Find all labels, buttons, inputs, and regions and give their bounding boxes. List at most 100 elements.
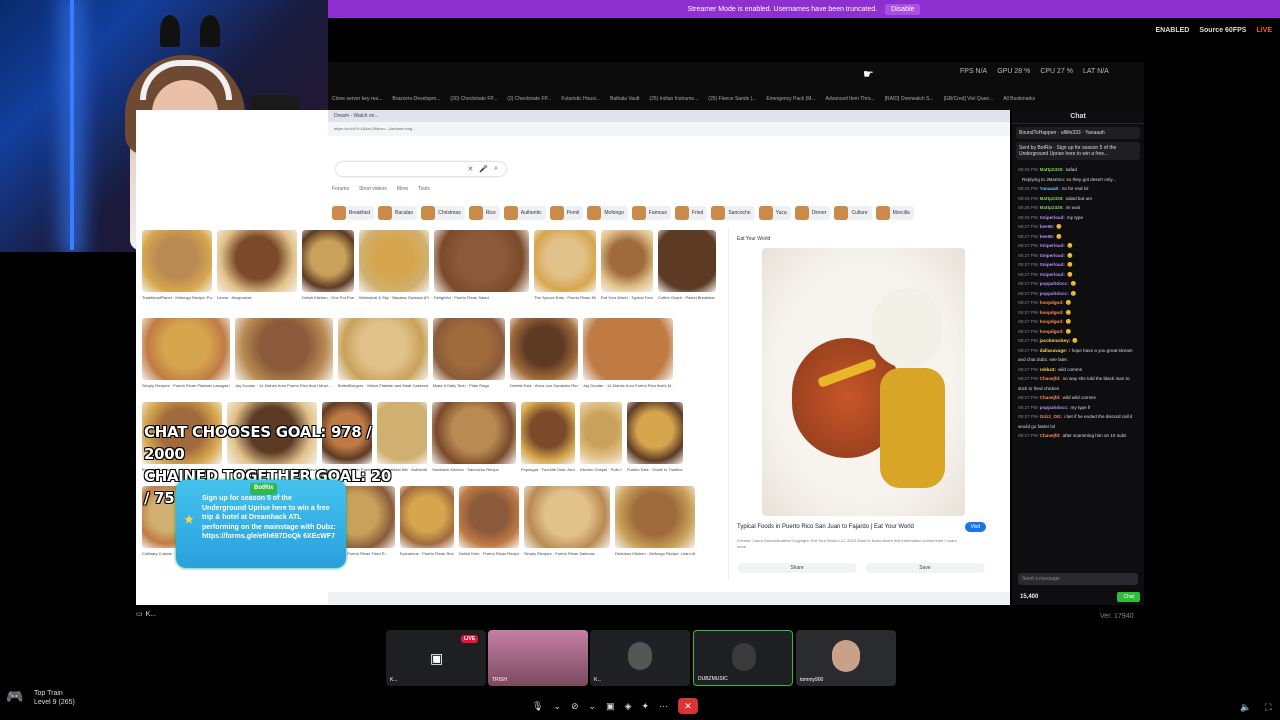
image-result-caption[interactable]: TraditionalPlanet · Mofongo Recipe: Puer…	[142, 295, 212, 300]
chat-input[interactable]: Send a message	[1018, 573, 1138, 585]
image-result-thumbnail[interactable]	[400, 486, 454, 548]
image-result-thumbnail[interactable]	[217, 230, 297, 292]
image-result-thumbnail[interactable]	[534, 230, 596, 292]
image-result-caption[interactable]: Simply Recipes · Puerto Rican Plantain L…	[142, 383, 230, 388]
image-result-thumbnail[interactable]	[615, 486, 695, 548]
participant-tile[interactable]: DUBZMUSIC	[693, 630, 793, 686]
activity-icon[interactable]: ◈	[625, 701, 632, 712]
image-result-caption[interactable]: The Spruce Eats · Puerto Rican Mofongo R…	[534, 295, 596, 300]
channel-points[interactable]: 15,400	[1020, 594, 1038, 600]
image-result-thumbnail[interactable]	[432, 402, 516, 464]
bookmark[interactable]: Advanced Item Thro...	[826, 96, 875, 102]
volume-icon[interactable]: 🔈	[1240, 702, 1251, 713]
mic-icon[interactable]: 🎤	[479, 165, 488, 173]
end-call-button[interactable]: ✕	[678, 698, 699, 714]
microphone-icon[interactable]: 🎙	[532, 701, 543, 712]
image-result-thumbnail[interactable]	[434, 230, 529, 292]
browser-tab[interactable]: Dream - Watch on...	[328, 110, 1010, 122]
filter-chip[interactable]: Morcilla	[875, 206, 914, 220]
image-result-thumbnail[interactable]	[521, 402, 575, 464]
bookmark[interactable]: Brazzers-Developm...	[392, 96, 440, 102]
soundboard-icon[interactable]: ✦	[642, 701, 650, 712]
image-result-caption[interactable]: Kitchen Gospel · Pollo Guisado Recipe	[580, 467, 622, 472]
image-result-thumbnail[interactable]	[627, 402, 683, 464]
chevron-down-icon[interactable]: ⌄	[553, 701, 561, 712]
image-result-caption[interactable]: Jay Dooder · 14 Dishes from Puerto Rico …	[583, 383, 673, 388]
filter-chip[interactable]: Dinner	[794, 206, 831, 220]
image-result-thumbnail[interactable]	[524, 486, 610, 548]
image-result-caption[interactable]: Epicurious · Puerto Rican Recipes: Cuis.…	[400, 551, 454, 556]
image-result-caption[interactable]: Jay Dooder · 14 Dishes from Puerto Rico …	[235, 383, 333, 388]
camera-off-icon[interactable]: ⊘	[571, 701, 579, 712]
image-result-thumbnail[interactable]	[235, 318, 333, 380]
share-button[interactable]: Share	[737, 563, 857, 573]
filter-chip[interactable]: Pernil	[549, 206, 584, 220]
filter-chip[interactable]: Bacalao	[378, 206, 418, 220]
image-result-caption[interactable]: Eat Your World · Typical Foods in Puert.…	[601, 295, 653, 300]
participant-tile[interactable]: tommy900	[796, 630, 896, 686]
save-button[interactable]: Save	[865, 563, 985, 573]
bookmark[interactable]: (30) Checkmate FP...	[450, 96, 497, 102]
clear-icon[interactable]: ✕	[467, 165, 473, 173]
image-result-caption[interactable]: Delish Keto · Puerto Rican Recipe	[459, 551, 519, 556]
image-result-thumbnail[interactable]	[601, 230, 653, 292]
image-result-caption[interactable]: Make It Daily Tech · Plato Ragu	[433, 383, 505, 388]
bookmark[interactable]: (25) Indian Instrume...	[649, 96, 698, 102]
tab-more[interactable]: More	[397, 186, 408, 192]
fullscreen-icon[interactable]: ⛶	[1265, 702, 1271, 713]
filter-chip[interactable]: Christmas	[421, 206, 465, 220]
image-result-caption[interactable]: Whimsical & Sity · Bacalao Guisado (Puer…	[359, 295, 429, 300]
tab-short-videos[interactable]: Short videos	[359, 186, 387, 192]
image-result-thumbnail[interactable]	[459, 486, 519, 548]
image-result-caption[interactable]: Pueblo Eats · Guide to Traditional...	[627, 467, 683, 472]
more-icon[interactable]: ⋯	[659, 701, 668, 712]
bookmark[interactable]: Futuristic Housi...	[561, 96, 600, 102]
bookmark[interactable]: Bathala Vault	[610, 96, 639, 102]
participant-tile[interactable]: TRISH	[488, 630, 588, 686]
search-icon[interactable]: ⌕	[494, 165, 498, 173]
image-result-thumbnail[interactable]	[338, 318, 428, 380]
bookmark[interactable]: (3) Checkmate FP...	[507, 96, 551, 102]
filter-chip[interactable]: Sancocho	[711, 206, 755, 220]
filter-chip[interactable]: Yuca	[758, 206, 791, 220]
chevron-down-icon[interactable]: ⌄	[589, 701, 597, 712]
filter-chip[interactable]: Famous	[631, 206, 671, 220]
filter-chip[interactable]: Authentic	[503, 206, 546, 220]
tab-forums[interactable]: Forums	[332, 186, 349, 192]
image-result-thumbnail[interactable]	[433, 318, 505, 380]
filter-chip[interactable]: Fried	[674, 206, 708, 220]
image-result-thumbnail[interactable]	[142, 230, 212, 292]
image-result-caption[interactable]: Leona · Alcapurrias	[217, 295, 297, 300]
image-result-caption[interactable]: BoiledBurgers · Yellow Plantain and Meat…	[338, 383, 428, 388]
image-search-box[interactable]: ✕ 🎤 ⌕	[336, 162, 506, 176]
stream-tag[interactable]: ▭ K...	[136, 607, 166, 621]
image-result-thumbnail[interactable]	[580, 402, 622, 464]
bookmark[interactable]: All Bookmarks	[1003, 96, 1035, 102]
image-result-caption[interactable]: Delish Kitchen · One Pot Puerto Rican...	[302, 295, 354, 300]
filter-chip[interactable]: Mofongo	[587, 206, 628, 220]
bookmark[interactable]: [RAID] Overwatch S...	[885, 96, 934, 102]
food-preview-image[interactable]	[762, 248, 965, 516]
image-result-caption[interactable]: Dentist Eats · Arroz con Gandules Recipe	[510, 383, 578, 388]
preview-title[interactable]: Typical Foods in Puerto Rico San Juan to…	[737, 524, 937, 530]
tab-tools[interactable]: Tools	[418, 186, 430, 192]
image-result-caption[interactable]: Popsugar · Favorite Dish: Arroz Con Salc…	[521, 467, 575, 472]
image-result-caption[interactable]: Delicious Kitchen · Mofongo Recipe: Lear…	[615, 551, 695, 556]
image-result-caption[interactable]: Coffee Graph · Pastel Breakfast Laza...	[658, 295, 716, 300]
filter-chip[interactable]: Culture	[834, 206, 872, 220]
filter-chip[interactable]: Breakfast	[332, 206, 375, 220]
filter-chip[interactable]: Rice	[468, 206, 500, 220]
image-result-caption[interactable]: Sandwich Kitchen · Sancocho Recipe	[432, 467, 516, 472]
image-result-thumbnail[interactable]	[510, 318, 578, 380]
participant-tile[interactable]: K...	[590, 630, 690, 686]
user-profile[interactable]: 🎮 Top Train Level 9 (265)	[6, 688, 75, 708]
image-result-thumbnail[interactable]	[142, 318, 230, 380]
image-result-thumbnail[interactable]	[658, 230, 716, 292]
disable-streamer-mode-button[interactable]: Disable	[885, 3, 921, 15]
image-result-thumbnail[interactable]	[583, 318, 673, 380]
chat-send-button[interactable]: Chat	[1117, 592, 1140, 602]
bookmark[interactable]: Clone server key rea...	[332, 96, 382, 102]
bookmark[interactable]: Emergency Pack (M...	[766, 96, 815, 102]
image-result-caption[interactable]: Simply Recipes · Puerto Rican Salmora...	[524, 551, 610, 556]
visit-button[interactable]: Visit	[964, 522, 986, 532]
